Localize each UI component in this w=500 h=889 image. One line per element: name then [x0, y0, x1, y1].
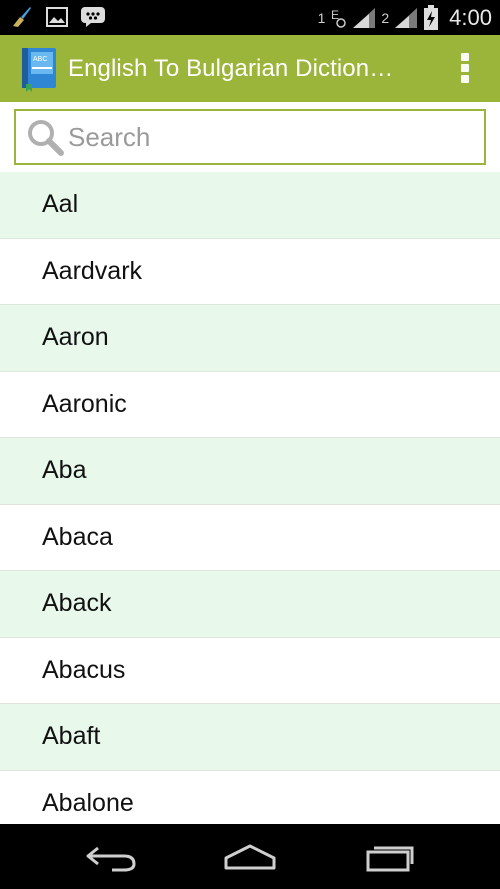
bbm-icon: [81, 7, 105, 27]
signal-icon: [353, 8, 376, 28]
list-item[interactable]: Aba: [0, 438, 500, 505]
notification-icons: [10, 5, 106, 29]
overflow-menu-icon[interactable]: [460, 53, 470, 85]
recent-apps-icon[interactable]: [362, 840, 418, 874]
sim2-label: 2: [381, 10, 390, 26]
home-icon[interactable]: [222, 840, 278, 874]
list-item[interactable]: Aardvark: [0, 239, 500, 305]
list-item[interactable]: Aaron: [0, 305, 500, 372]
book-icon[interactable]: ABC: [22, 46, 58, 92]
app-title: English To Bulgarian Diction…: [68, 55, 394, 82]
clock: 4:00: [449, 5, 492, 30]
menu-dot: [461, 64, 469, 72]
menu-dot: [461, 75, 469, 83]
list-item[interactable]: Aal: [0, 172, 500, 239]
svg-text:ABC: ABC: [33, 56, 47, 63]
navigation-bar: [0, 824, 500, 889]
search-input[interactable]: [68, 111, 478, 163]
list-item[interactable]: Abacus: [0, 638, 500, 704]
image-icon: [46, 7, 68, 27]
list-item[interactable]: Abaft: [0, 704, 500, 771]
list-item[interactable]: Aaronic: [0, 372, 500, 438]
app-bar: ABC English To Bulgarian Diction…: [0, 35, 500, 102]
system-icons: 1 E 2 4:00: [318, 3, 492, 33]
signal-icon: [395, 8, 418, 28]
search-icon: [28, 120, 64, 156]
list-item[interactable]: Abalone: [0, 771, 500, 825]
list-item[interactable]: Abaca: [0, 505, 500, 571]
back-icon[interactable]: [84, 840, 140, 874]
word-list[interactable]: Aal Aardvark Aaron Aaronic Aba Abaca Aba…: [0, 172, 500, 824]
broom-icon: [13, 7, 31, 27]
sim1-label: 1: [317, 10, 326, 26]
menu-dot: [461, 53, 469, 61]
search-box[interactable]: [14, 109, 486, 165]
data-icon: E: [331, 8, 347, 28]
status-bar: 1 E 2 4:00: [0, 0, 500, 35]
list-item[interactable]: Aback: [0, 571, 500, 638]
battery-icon: [424, 5, 439, 30]
